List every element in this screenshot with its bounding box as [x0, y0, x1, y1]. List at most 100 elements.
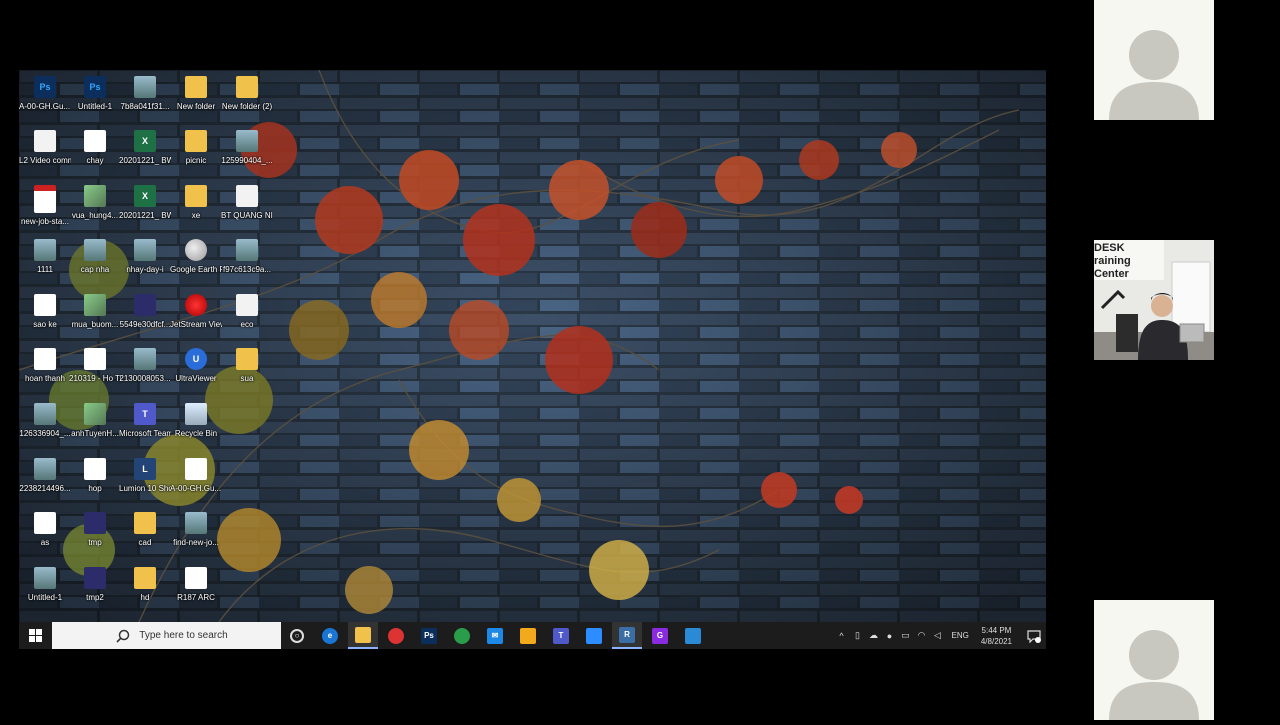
desktop-icon-label: UltraViewer	[175, 374, 217, 383]
img-file-icon	[34, 403, 56, 425]
lumion-file-icon: L	[134, 458, 156, 480]
desktop-icon[interactable]: hop	[69, 455, 121, 494]
ps-file-icon: Ps	[34, 76, 56, 98]
desktop-icon[interactable]: as	[19, 509, 71, 548]
desktop-icon[interactable]: T Microsoft Teams	[119, 400, 171, 439]
desktop-icon[interactable]: sao ke	[19, 291, 71, 330]
desktop-icon[interactable]: new-job-sta...	[19, 182, 71, 227]
desktop-icon-label: hd	[140, 593, 150, 602]
folder-file-icon	[185, 130, 207, 152]
desktop-icon[interactable]: eco	[221, 291, 273, 330]
taskbar-app-3[interactable]	[381, 622, 411, 649]
desktop-icon[interactable]: 7b8a041f31...	[119, 73, 171, 112]
volume-icon[interactable]: ◁	[930, 622, 946, 649]
battery-icon[interactable]: ▭	[898, 622, 914, 649]
microphone-icon[interactable]: ●	[882, 622, 898, 649]
desktop-icon[interactable]: L Lumion 10 Shortcut	[119, 455, 171, 494]
participants-panel: DESK raining Center	[1047, 0, 1280, 720]
desktop-icon[interactable]: vua_hung4...	[69, 182, 121, 221]
notification-center-icon[interactable]	[1022, 622, 1046, 649]
desktop-icon[interactable]: Google Earth Pro	[170, 236, 222, 275]
taskbar-app-2[interactable]	[348, 622, 378, 649]
desktop-icon[interactable]: f97c613c9a...	[221, 236, 273, 275]
desktop-icon[interactable]: Untitled-1	[19, 564, 71, 603]
img-file-icon	[236, 130, 258, 152]
desktop-icon-label: sao ke	[33, 320, 57, 329]
desktop-icon[interactable]: anhTuyenH...	[69, 400, 121, 439]
desktop-icon[interactable]: hd	[119, 564, 171, 603]
desktop-icon[interactable]: find-new-jo...	[170, 509, 222, 548]
taskbar-app-0[interactable]: ○	[282, 622, 312, 649]
desktop-icon[interactable]: nhay-day-i	[119, 236, 171, 275]
taskbar-app-1[interactable]: e	[315, 622, 345, 649]
white-file-icon	[34, 348, 56, 370]
clock[interactable]: 5:44 PM 4/8/2021	[981, 625, 1012, 647]
participant-tile-2[interactable]	[1094, 600, 1214, 720]
taskbar-app-6[interactable]: ✉	[480, 622, 510, 649]
desktop-icon[interactable]: 210319 - Ho Trang	[69, 345, 121, 384]
chevron-up-icon[interactable]: ^	[834, 622, 850, 649]
desktop-icon[interactable]: chay	[69, 127, 121, 166]
desktop-icon[interactable]: mua_buom...	[69, 291, 121, 330]
file-file-icon	[236, 294, 258, 316]
desktop-icon[interactable]: picnic	[170, 127, 222, 166]
desktop-icon[interactable]: tmp2	[69, 564, 121, 603]
desktop-icon[interactable]: 126336904_...	[19, 400, 71, 439]
taskbar-app-9[interactable]	[579, 622, 609, 649]
windows-logo-icon	[28, 629, 42, 642]
desktop-icon[interactable]: Recycle Bin	[170, 400, 222, 439]
desktop-icon[interactable]: hoan thanh	[19, 345, 71, 384]
desktop-icon[interactable]: X 20201221_ BW19 - Bl...	[119, 127, 171, 166]
desktop-icon[interactable]: sua	[221, 345, 273, 384]
desktop-icon[interactable]: R187 ARC	[170, 564, 222, 603]
desktop-icon[interactable]: 1111	[19, 236, 71, 275]
desktop-icon[interactable]: U UltraViewer	[170, 345, 222, 384]
folder-file-icon	[185, 76, 207, 98]
start-button[interactable]	[19, 622, 51, 649]
desktop-icon-label: sua	[240, 374, 254, 383]
desktop-icon[interactable]: JetStream Viewer	[170, 291, 222, 330]
taskbar-app-8[interactable]: T	[546, 622, 576, 649]
language-indicator[interactable]: ENG	[952, 631, 969, 640]
tablet-icon[interactable]: ▯	[850, 622, 866, 649]
desktop-icon[interactable]: A-00-GH.Gu... House-Typi...	[170, 455, 222, 494]
participant-tile-1[interactable]	[1094, 0, 1214, 120]
img-file-icon	[34, 239, 56, 261]
desktop-icon-label: L2 Video commen...	[19, 156, 71, 165]
photos-icon	[685, 627, 701, 644]
desktop-icon-label: hoan thanh	[24, 374, 66, 383]
desktop-icon-label: as	[40, 538, 50, 547]
taskbar-app-11[interactable]: G	[645, 622, 675, 649]
desktop-icon[interactable]: xe	[170, 182, 222, 221]
taskbar-app-7[interactable]	[513, 622, 543, 649]
desktop-icon[interactable]: 2238214496...	[19, 455, 71, 494]
desktop-icon[interactable]: tmp	[69, 509, 121, 548]
desktop-icon[interactable]: Ps Untitled-1	[69, 73, 121, 112]
wifi-icon[interactable]: ◠	[914, 622, 930, 649]
onedrive-cloud-icon[interactable]: ☁	[866, 622, 882, 649]
img-file-icon	[134, 76, 156, 98]
desktop-icon[interactable]: cad	[119, 509, 171, 548]
desktop-icon[interactable]: BT QUANG NINH_NGU...	[221, 182, 273, 221]
taskbar-app-12[interactable]	[678, 622, 708, 649]
desktop-icon[interactable]: X 20201221_ BW19 - Bl...	[119, 182, 171, 221]
desktop-icon[interactable]: cap nha	[69, 236, 121, 275]
participant-video-tile[interactable]: DESK raining Center	[1094, 240, 1214, 360]
desktop-icon[interactable]: 125990404_...	[221, 127, 273, 166]
desktop-icon[interactable]: 2130008053...	[119, 345, 171, 384]
taskbar-app-5[interactable]	[447, 622, 477, 649]
desktop-icon[interactable]: New folder (2)	[221, 73, 273, 112]
desktop-icon[interactable]: Ps A-00-GH.Gu... House-Typi...	[19, 73, 71, 112]
desktop-icon[interactable]: L2 Video commen...	[19, 127, 71, 166]
bin-file-icon	[185, 403, 207, 425]
search-placeholder: Type here to search	[139, 630, 228, 641]
desktop-icon[interactable]: 5549e30dfcf...	[119, 291, 171, 330]
taskbar-search-box[interactable]: Type here to search	[52, 622, 281, 649]
desktop-icon-label: Untitled-1	[27, 593, 63, 602]
taskbar-app-10[interactable]: R	[612, 622, 642, 649]
clock-time: 5:44 PM	[981, 625, 1012, 635]
taskbar-app-4[interactable]: Ps	[414, 622, 444, 649]
desktop-icon[interactable]: New folder	[170, 73, 222, 112]
desktop-icon-label: new-job-sta...	[20, 217, 70, 226]
img-file-icon	[34, 567, 56, 589]
